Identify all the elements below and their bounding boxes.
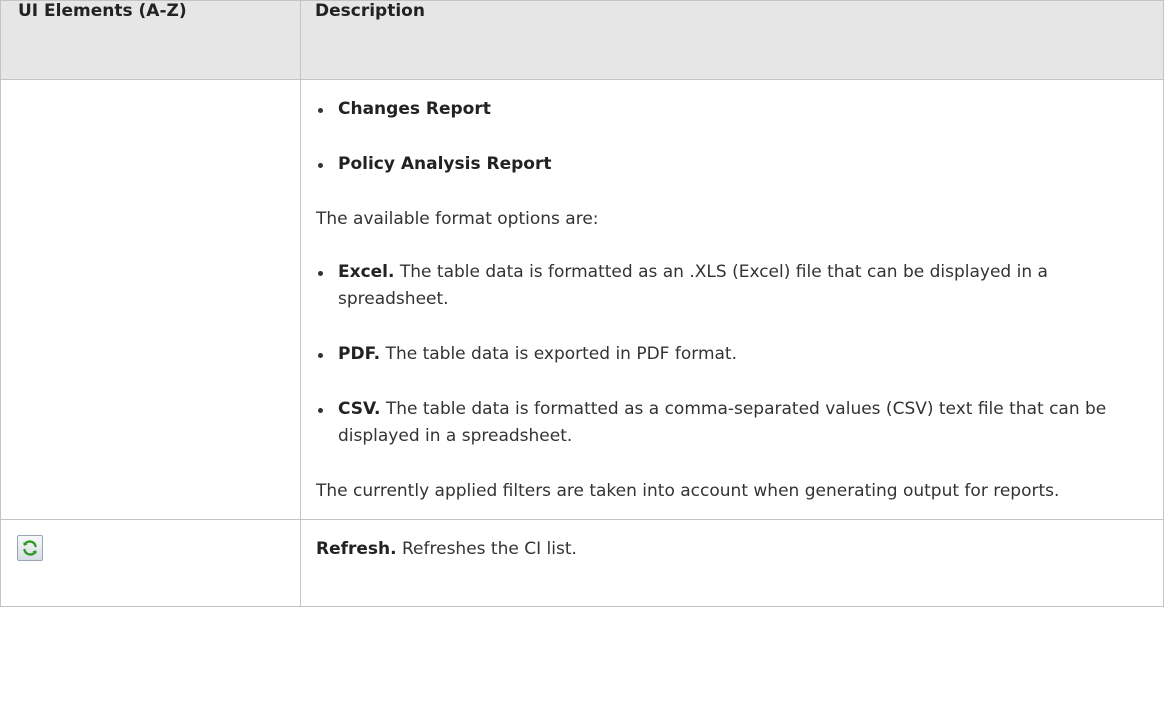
list-item-format-csv: CSV. The table data is formatted as a co…	[316, 396, 1145, 450]
table-row-refresh: Refresh. Refreshes the CI list.	[0, 519, 1164, 607]
formats-intro: The available format options are:	[316, 209, 599, 229]
refresh-label: Refresh.	[316, 539, 397, 559]
table-row-export: Changes Report Policy Analysis Report Th…	[0, 79, 1164, 520]
ui-elements-table: UI Elements (A-Z) Description Changes Re…	[0, 0, 1164, 607]
description-cell: Changes Report Policy Analysis Report Th…	[300, 79, 1164, 520]
list-item-report: Policy Analysis Report	[316, 151, 1145, 178]
column-header-description: Description	[300, 0, 1164, 80]
filters-note: The currently applied filters are taken …	[316, 481, 1060, 501]
list-item-format-pdf: PDF. The table data is exported in PDF f…	[316, 341, 1145, 368]
list-item-format-excel: Excel. The table data is formatted as an…	[316, 259, 1145, 313]
ui-element-cell-refresh	[0, 519, 301, 607]
list-item-report: Changes Report	[316, 96, 1145, 123]
refresh-icon[interactable]	[17, 535, 43, 561]
column-header-ui-elements: UI Elements (A-Z)	[0, 0, 301, 80]
table-header-row: UI Elements (A-Z) Description	[0, 0, 1164, 80]
refresh-description: Refreshes the CI list.	[396, 539, 577, 559]
ui-element-cell-empty	[0, 79, 301, 520]
description-cell-refresh: Refresh. Refreshes the CI list.	[300, 519, 1164, 607]
